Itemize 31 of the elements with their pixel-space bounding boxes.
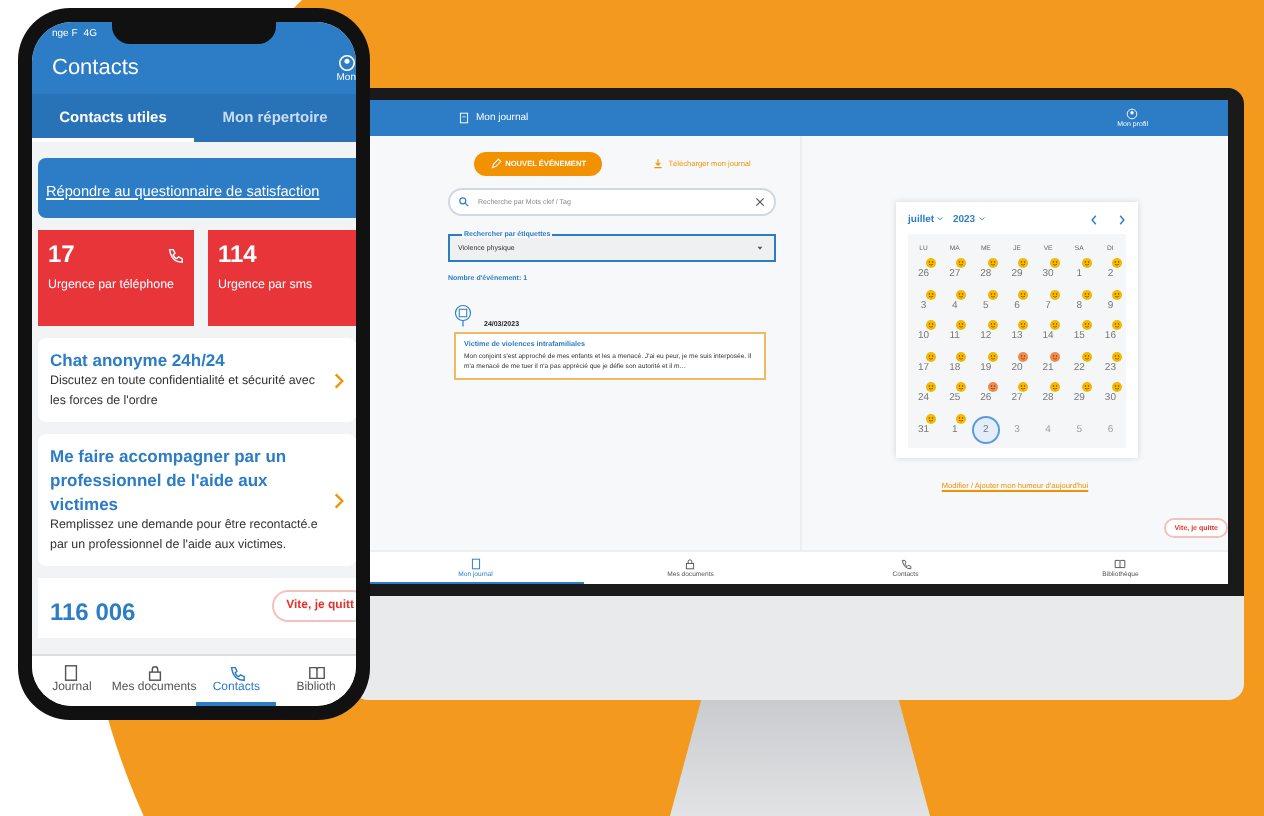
notebook-icon (469, 557, 482, 569)
user-icon (338, 53, 356, 71)
card-title: Me faire accompagner par un professionnel de l'aide aux victimes (50, 444, 289, 516)
user-icon (1126, 108, 1139, 120)
phone-icon (899, 557, 912, 569)
close-icon[interactable] (754, 196, 766, 208)
search-icon (458, 196, 470, 208)
caret-icon (977, 216, 986, 222)
phone-icon (227, 664, 246, 682)
event-card[interactable] (454, 332, 766, 380)
card-title: Chat anonyme 24h/24 (50, 348, 227, 372)
lock-icon (684, 557, 697, 569)
calendar-icon (454, 304, 472, 328)
chevron-icon (334, 491, 344, 509)
next-month-button[interactable] (1118, 214, 1126, 226)
emergency-number: 114 (218, 240, 257, 268)
emergency-number: 17 (48, 240, 75, 268)
notebook-icon (458, 112, 470, 124)
pencil-icon (489, 158, 502, 170)
helpline-number: 116 006 (50, 598, 136, 626)
download-icon (652, 158, 665, 170)
dropdown-caret-icon (754, 242, 766, 254)
chevron-icon (334, 371, 344, 389)
lock-icon (145, 664, 164, 682)
notebook-icon (62, 664, 81, 682)
screen-title: Contacts (52, 56, 139, 80)
caret-icon (936, 216, 945, 222)
phone-icon (166, 245, 184, 263)
previous-month-button[interactable] (1090, 214, 1098, 226)
book-icon (1114, 557, 1127, 569)
book-icon (307, 664, 326, 682)
